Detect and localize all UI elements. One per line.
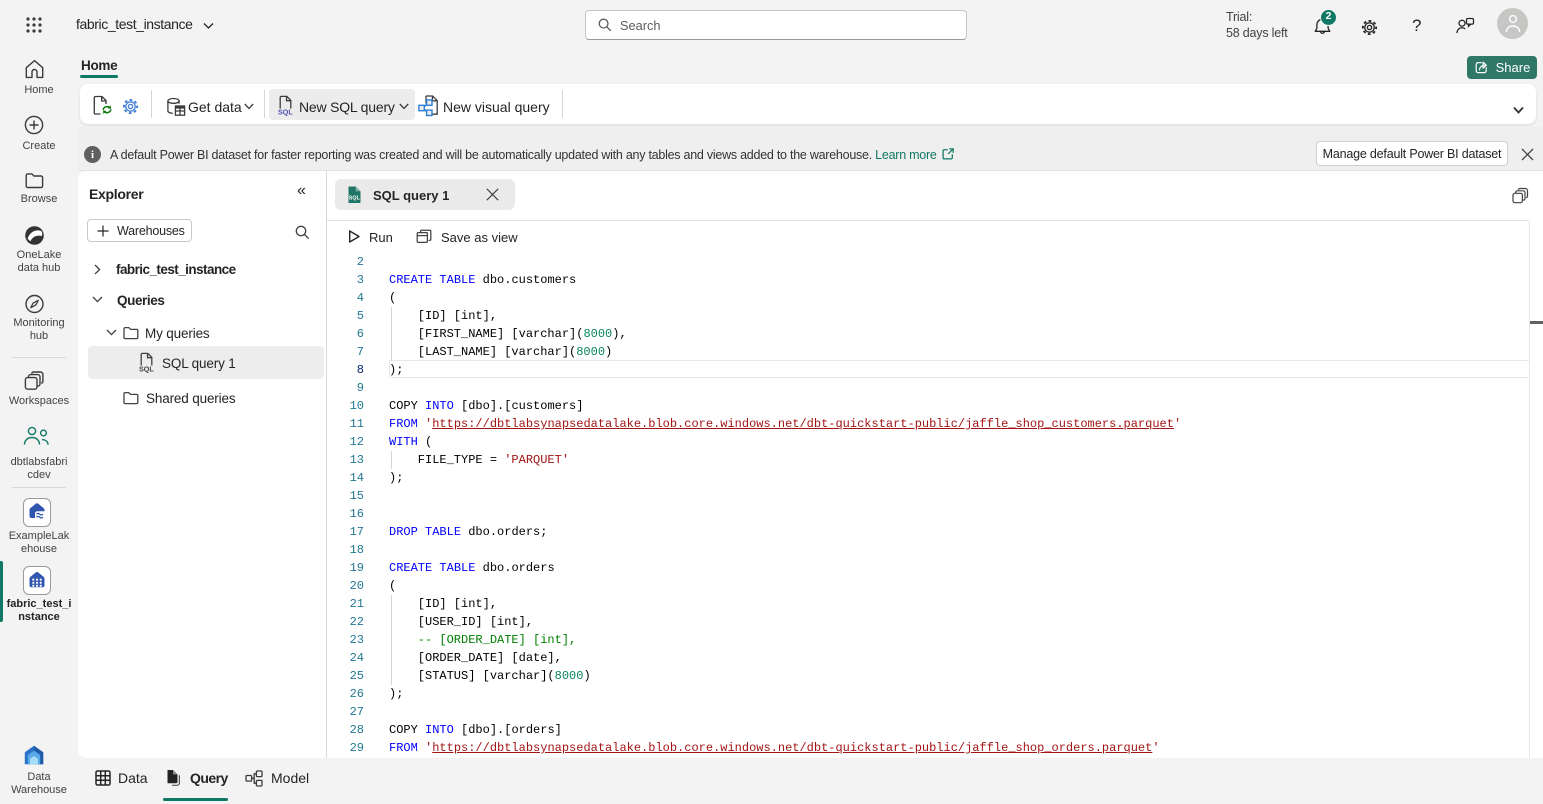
svg-text:SQL: SQL (139, 365, 154, 374)
svg-text:SQL: SQL (278, 108, 293, 117)
svg-text:SQL: SQL (349, 196, 361, 202)
